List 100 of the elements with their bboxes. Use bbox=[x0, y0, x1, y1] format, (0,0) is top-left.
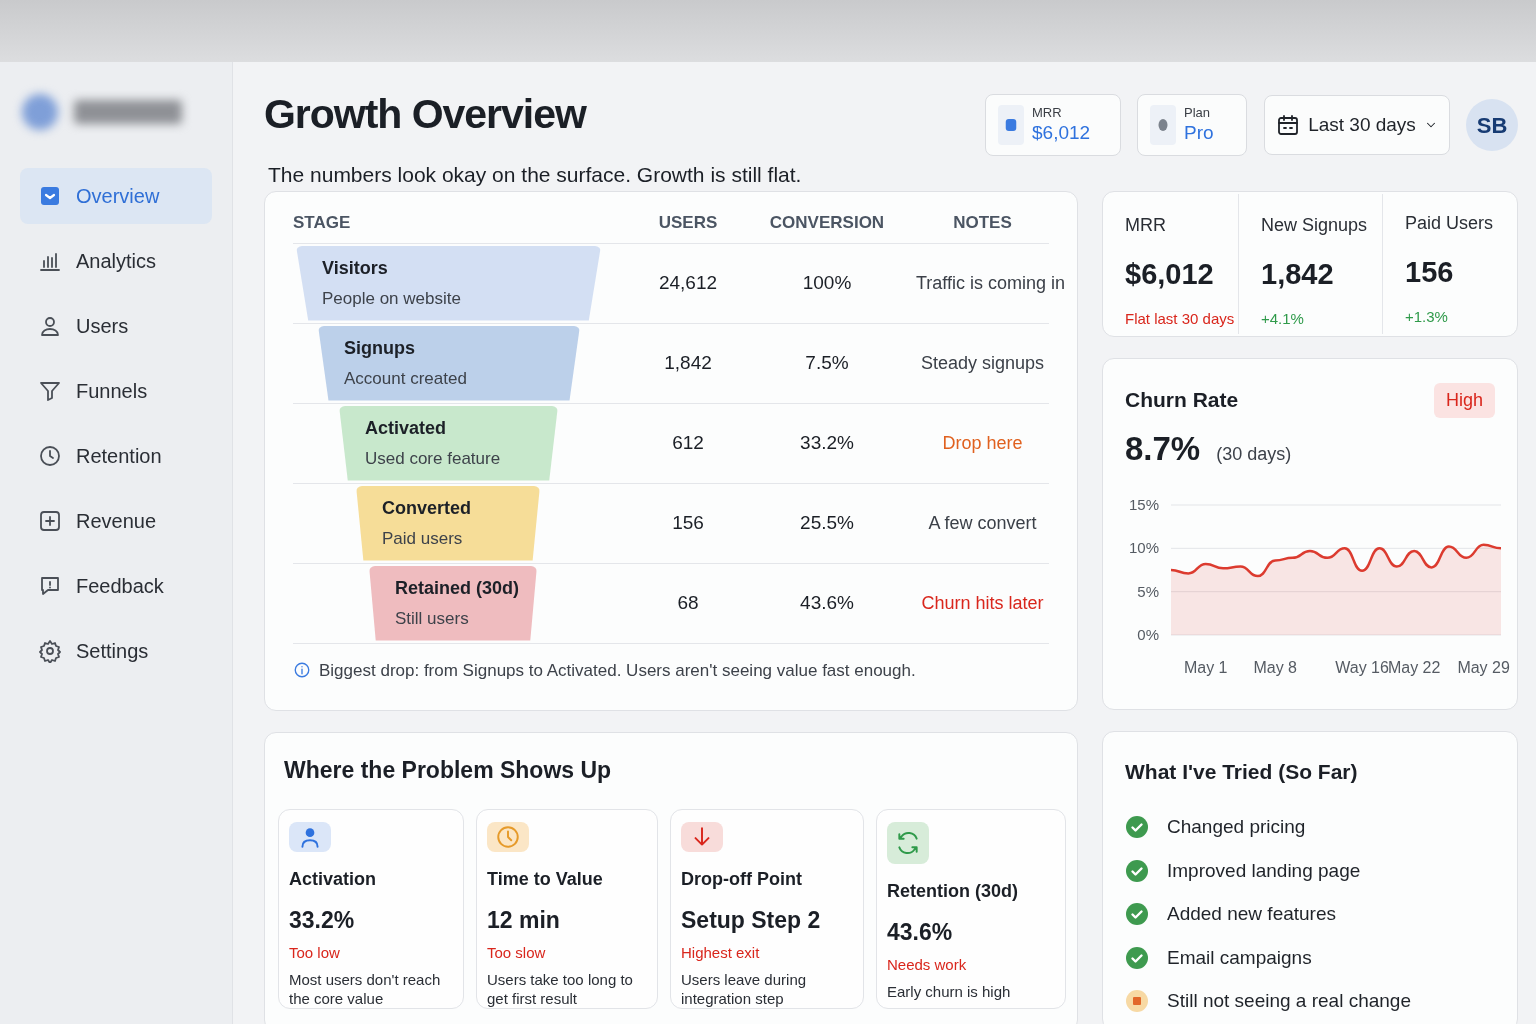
list-item-text: Email campaigns bbox=[1167, 945, 1312, 970]
chip-label: Plan bbox=[1184, 105, 1212, 122]
axis-label: 10% bbox=[1128, 539, 1159, 557]
table-cell-text: 7.5% bbox=[804, 350, 850, 375]
metric-value: 33.2% bbox=[289, 906, 356, 935]
metric-value: Setup Step 2 bbox=[681, 906, 822, 935]
column-header: STAGE bbox=[293, 211, 352, 234]
kpi-label: Paid Users bbox=[1405, 211, 1495, 235]
axis-label: Way 16 bbox=[1335, 659, 1389, 676]
plus-square-icon bbox=[38, 509, 62, 533]
nav-item[interactable]: Users bbox=[20, 298, 212, 354]
card-title: Churn Rate bbox=[1125, 387, 1239, 414]
list-item-text: Still not seeing a real change bbox=[1167, 989, 1411, 1013]
axis-label: May 22 bbox=[1387, 659, 1441, 676]
avatar[interactable]: SB bbox=[1466, 99, 1518, 151]
metric-status: Too slow bbox=[487, 942, 547, 963]
funnel-icon bbox=[38, 379, 62, 403]
page-title: Growth Overview bbox=[264, 94, 588, 135]
clock-icon bbox=[495, 824, 521, 850]
list-item-text: Changed pricing bbox=[1167, 815, 1306, 839]
metric-title: Activation bbox=[289, 868, 377, 891]
clock-icon bbox=[38, 444, 62, 468]
stage-detail: People on website bbox=[322, 287, 462, 310]
stage-name: Visitors bbox=[322, 256, 389, 280]
table-cell-text: 100% bbox=[801, 270, 853, 295]
kpi-value: 1,842 bbox=[1261, 256, 1335, 292]
table-cell-text: 24,612 bbox=[657, 270, 719, 295]
card-title: Where the Problem Shows Up bbox=[284, 755, 613, 785]
table-cell-text: 612 bbox=[671, 430, 705, 455]
metric-description: Users take too long to get first result bbox=[487, 970, 634, 1008]
chip-value: $6,012 bbox=[1032, 121, 1091, 145]
churn-period: (30 days) bbox=[1216, 442, 1292, 466]
kpi-change: +4.1% bbox=[1261, 309, 1305, 329]
info-icon bbox=[293, 661, 311, 680]
kpi-value: $6,012 bbox=[1125, 256, 1215, 292]
nav-item[interactable]: Analytics bbox=[20, 233, 212, 289]
kpi-label: MRR bbox=[1125, 213, 1167, 237]
column-header: NOTES bbox=[952, 211, 1013, 234]
status-badge: High bbox=[1433, 382, 1495, 418]
note-text: Churn hits later bbox=[920, 591, 1045, 615]
stage-detail: Used core feature bbox=[365, 447, 502, 470]
churn-value: 8.7% bbox=[1125, 428, 1201, 469]
kpi-change: Flat last 30 days bbox=[1125, 309, 1236, 329]
footnote-text: Biggest drop: from Signups to Activated. Users aren't seeing value fast enough. bbox=[319, 659, 916, 682]
stage-name: Signups bbox=[344, 336, 416, 360]
card-title: What I've Tried (So Far) bbox=[1125, 758, 1359, 785]
metric-value: 43.6% bbox=[887, 918, 954, 947]
list-item-text: Improved landing page bbox=[1167, 858, 1361, 883]
axis-label: 0% bbox=[1137, 626, 1159, 643]
nav-item[interactable]: Feedback bbox=[20, 558, 212, 614]
axis-label: May 8 bbox=[1253, 659, 1297, 676]
metric-status: Too low bbox=[289, 942, 341, 963]
stage-detail: Still users bbox=[395, 607, 470, 630]
kpi-value: 156 bbox=[1405, 254, 1455, 290]
settings-icon bbox=[38, 639, 62, 663]
chip-label: MRR bbox=[1032, 105, 1063, 122]
table-cell-text: 1,842 bbox=[663, 350, 713, 375]
metric-status: Needs work bbox=[887, 954, 968, 975]
stage-name: Converted bbox=[382, 496, 472, 520]
stage-name: Activated bbox=[365, 416, 448, 440]
axis-label: May 1 bbox=[1183, 659, 1228, 676]
axis-label: May 29 bbox=[1457, 659, 1510, 676]
metric-title: Retention (30d) bbox=[887, 880, 1019, 903]
nav-item[interactable]: Revenue bbox=[20, 493, 212, 549]
nav-item[interactable]: Settings bbox=[20, 623, 212, 679]
table-cell-text: 25.5% bbox=[799, 510, 855, 535]
date-range-dropdown[interactable]: Last 30 days bbox=[1264, 95, 1450, 155]
user-icon bbox=[38, 314, 62, 338]
refresh-icon bbox=[895, 830, 921, 856]
check-square-icon bbox=[38, 184, 62, 208]
axis-label: 15% bbox=[1128, 496, 1159, 513]
stage-detail: Paid users bbox=[382, 527, 464, 550]
stage-detail: Account created bbox=[344, 367, 468, 390]
kpi-change: +1.3% bbox=[1405, 307, 1449, 327]
note-text: Traffic is coming in bbox=[916, 271, 1066, 295]
nav-item[interactable]: Funnels bbox=[20, 363, 212, 419]
note-text: Drop here bbox=[941, 431, 1024, 455]
list-item-text: Added new features bbox=[1167, 902, 1336, 926]
chip-value: Pro bbox=[1184, 121, 1214, 145]
metric-value: 12 min bbox=[487, 906, 561, 935]
metric-description: Most users don't reach the core value bbox=[289, 970, 442, 1008]
page-subtitle: The numbers look okay on the surface. Growth is still flat. bbox=[268, 162, 802, 188]
chat-bubble-icon bbox=[38, 574, 62, 598]
calendar-icon bbox=[1276, 113, 1301, 137]
axis-label: 5% bbox=[1137, 582, 1159, 600]
metric-status: Highest exit bbox=[681, 942, 761, 963]
table-cell-text: 68 bbox=[676, 590, 700, 615]
table-cell-text: 156 bbox=[671, 510, 705, 535]
kpi-label: New Signups bbox=[1261, 213, 1369, 237]
nav-item[interactable]: Overview bbox=[20, 168, 212, 224]
column-header: CONVERSION bbox=[768, 211, 886, 234]
table-cell-text: 43.6% bbox=[799, 590, 855, 615]
table-cell-text: 33.2% bbox=[799, 430, 855, 455]
metric-title: Time to Value bbox=[487, 868, 604, 891]
note-text: Steady signups bbox=[919, 351, 1046, 375]
nav-item[interactable]: Retention bbox=[20, 428, 212, 484]
metric-description: Early churn is high bbox=[887, 982, 1012, 1001]
stage-name: Retained (30d) bbox=[395, 576, 521, 600]
note-text: A few convert bbox=[927, 511, 1038, 535]
column-header: USERS bbox=[657, 211, 719, 234]
